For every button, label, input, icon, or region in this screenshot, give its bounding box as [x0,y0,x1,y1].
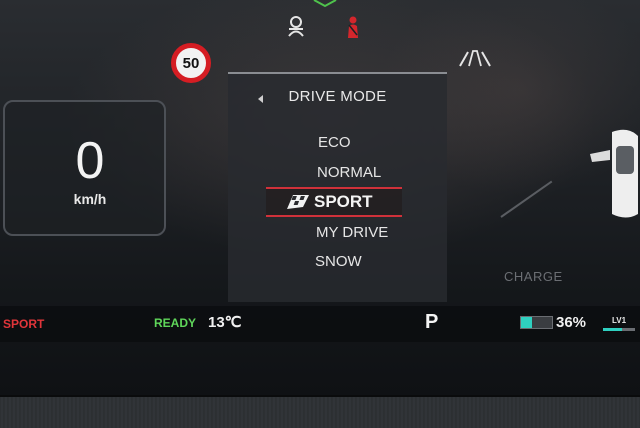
charge-label: CHARGE [504,269,563,284]
car-door-open-icon [590,129,638,218]
speed-limit-value: 50 [182,54,200,72]
battery-percent: 36% [556,314,587,331]
lane-assist-icon [459,50,491,67]
battery-icon [520,316,553,329]
seatbelt-warning-icon [348,16,358,38]
driver-monitor-icon [288,16,304,37]
checkered-flag-icon [287,195,309,209]
lv-level-bar [603,328,635,331]
drive-mode-title: DRIVE MODE [288,88,387,105]
menu-item-my-drive[interactable]: MY DRIVE [228,224,447,241]
menu-item-sport-label: SPORT [314,192,373,211]
speed-value: 0 [75,132,105,190]
menu-item-eco[interactable]: ECO [228,134,447,151]
menu-item-snow[interactable]: SNOW [228,253,447,270]
drive-mode-status: SPORT [3,317,45,331]
lv-label: LV1 [612,316,627,325]
gear-indicator: P [425,311,439,333]
battery-fill [521,317,533,328]
menu-item-normal[interactable]: NORMAL [228,164,447,181]
top-green-indicator [313,0,337,8]
ready-indicator: READY [154,316,197,330]
outside-temperature: 13℃ [208,314,242,331]
speed-limit-sign: 50 [171,43,211,83]
dashboard-bezel [0,395,640,428]
speed-unit: km/h [73,191,107,207]
